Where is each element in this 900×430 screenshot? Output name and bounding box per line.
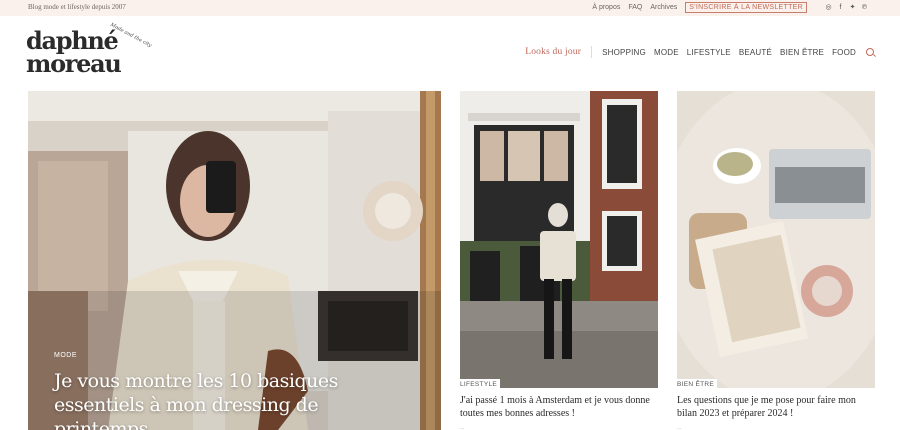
category-badge[interactable]: LIFESTYLE <box>460 379 501 388</box>
facebook-icon[interactable]: f <box>837 4 844 11</box>
category-badge[interactable]: BIEN ÊTRE <box>677 379 718 388</box>
link-a-propos[interactable]: À propos <box>592 4 620 11</box>
article-image <box>460 91 658 388</box>
newsletter-button[interactable]: S'INSCRIRE À LA NEWSLETTER <box>685 2 807 13</box>
article-meta: ... <box>677 425 682 430</box>
article-card[interactable]: LIFESTYLE J'ai passé 1 mois à Amsterdam … <box>460 91 658 430</box>
top-links: À propos FAQ Archives S'INSCRIRE À LA NE… <box>592 2 868 13</box>
hero-article-card[interactable]: MODE Je vous montre les 10 basiques esse… <box>28 91 441 430</box>
article-card[interactable]: BIEN ÊTRE Les questions que je me pose p… <box>677 91 875 430</box>
site-logo[interactable]: daphné moreau Mode and the city <box>26 22 166 80</box>
article-title[interactable]: J'ai passé 1 mois à Amsterdam et je vous… <box>460 395 658 420</box>
category-badge[interactable]: MODE <box>54 352 77 359</box>
nav-item-bien-etre[interactable]: BIEN ÊTRE <box>780 48 824 57</box>
pinterest-icon[interactable]: ℗ <box>861 4 868 11</box>
logo-line-2: moreau <box>26 49 122 78</box>
nav-item-shopping[interactable]: SHOPPING <box>602 48 646 57</box>
nav-item-mode[interactable]: MODE <box>654 48 679 57</box>
social-icons: ◎ f ✦ ℗ <box>825 4 868 11</box>
instagram-icon[interactable]: ◎ <box>825 4 832 11</box>
nav-item-food[interactable]: FOOD <box>832 48 856 57</box>
nav-item-beaute[interactable]: BEAUTÉ <box>739 48 772 57</box>
link-faq[interactable]: FAQ <box>628 4 642 11</box>
top-bar: Blog mode et lifestyle depuis 2007 À pro… <box>0 0 900 16</box>
article-title[interactable]: Les questions que je me pose pour faire … <box>677 395 875 420</box>
tagline: Blog mode et lifestyle depuis 2007 <box>28 3 126 11</box>
article-image <box>677 91 875 388</box>
main-nav: Looks du jour SHOPPING MODE LIFESTYLE BE… <box>525 46 874 58</box>
search-icon[interactable] <box>866 48 874 56</box>
nav-separator <box>591 46 593 58</box>
nav-looks-du-jour[interactable]: Looks du jour <box>525 47 581 57</box>
article-title[interactable]: Je vous montre les 10 basiques essentiel… <box>54 369 384 430</box>
twitter-icon[interactable]: ✦ <box>849 4 856 11</box>
article-meta: ... <box>460 425 465 430</box>
nav-item-lifestyle[interactable]: LIFESTYLE <box>687 48 731 57</box>
link-archives[interactable]: Archives <box>650 4 677 11</box>
